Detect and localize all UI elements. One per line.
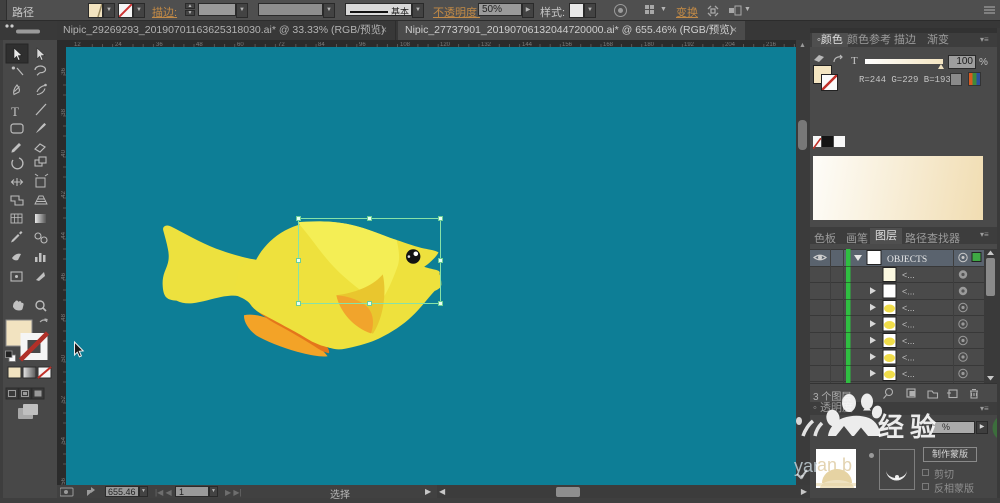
svg-text:OBJECTS: OBJECTS bbox=[887, 255, 927, 265]
svg-text:T: T bbox=[11, 104, 19, 119]
svg-text:<...: <... bbox=[902, 303, 915, 313]
svg-text:<...: <... bbox=[902, 369, 915, 379]
svg-text:<...: <... bbox=[902, 336, 915, 346]
svg-text:基本: 基本 bbox=[391, 6, 409, 17]
svg-text:<...: <... bbox=[902, 320, 915, 330]
svg-text:<...: <... bbox=[902, 287, 915, 297]
svg-text:<...: <... bbox=[902, 270, 915, 280]
svg-text:<...: <... bbox=[902, 353, 915, 363]
